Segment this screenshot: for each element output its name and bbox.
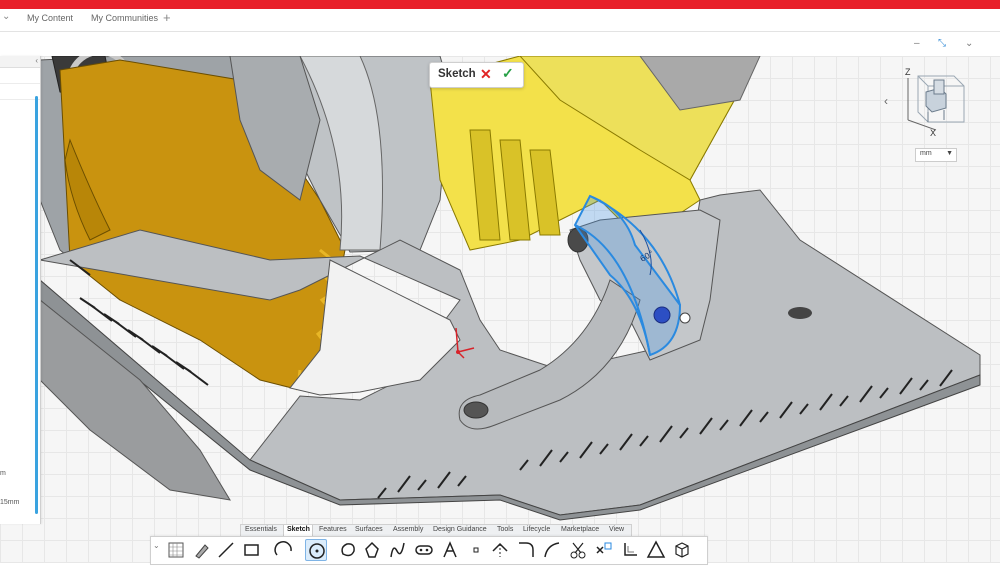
tab-essentials[interactable]: Essentials (245, 526, 277, 533)
chevron-down-icon: ▼ (946, 150, 953, 157)
point-icon[interactable] (465, 539, 487, 561)
project-icon[interactable] (619, 539, 641, 561)
minimize-icon[interactable]: – (914, 38, 920, 49)
check-icon[interactable]: ✓ (502, 65, 514, 82)
x-axis-label: X (930, 128, 937, 138)
tab-my-content[interactable]: My Content (27, 13, 73, 23)
panel-partial-text: m (0, 470, 6, 477)
sketch-toolbar: ⌄ (150, 536, 708, 565)
left-panel-header: ‹ (0, 56, 40, 68)
toolbar-collapse-icon[interactable]: ⌄ (153, 541, 163, 563)
tab-lifecycle[interactable]: Lifecycle (523, 526, 550, 533)
panel-scrollbar[interactable] (35, 96, 38, 514)
cube-icon[interactable] (671, 539, 693, 561)
sketch-popup-title: Sketch (438, 68, 476, 80)
collapse-icon[interactable]: ⤡ (938, 38, 946, 49)
line-icon[interactable] (215, 539, 237, 561)
units-value: mm (920, 150, 932, 157)
chevron-left-icon[interactable]: ‹ (884, 94, 888, 108)
tab-marketplace[interactable]: Marketplace (561, 526, 599, 533)
command-bar: – ⤡ ⌄ (0, 32, 1000, 56)
tab-dropdown-icon[interactable]: ⌄ (2, 11, 10, 22)
content-tab-bar: ⌄ My Content My Communities + (0, 9, 1000, 32)
trim-icon[interactable] (489, 539, 511, 561)
tab-features[interactable]: Features (319, 526, 347, 533)
tab-design-guidance[interactable]: Design Guidance (433, 526, 487, 533)
cut-icon[interactable] (567, 539, 589, 561)
grid-icon[interactable] (165, 539, 187, 561)
top-brand-bar (0, 0, 1000, 9)
add-tab-icon[interactable]: + (163, 10, 171, 25)
tab-surfaces[interactable]: Surfaces (355, 526, 383, 533)
text-icon[interactable] (439, 539, 461, 561)
spline-curve-icon[interactable] (387, 539, 409, 561)
pencil-icon[interactable] (191, 539, 213, 561)
constraint-icon[interactable] (593, 539, 615, 561)
circle-icon[interactable] (305, 539, 327, 561)
panel-partial-text: 15mm (0, 499, 20, 506)
tab-sketch[interactable]: Sketch (287, 526, 310, 533)
model-scene: 60° (39, 56, 981, 521)
chevron-down-icon[interactable]: ⌄ (965, 38, 973, 49)
polygon-icon[interactable] (337, 539, 359, 561)
slot-icon[interactable] (413, 539, 435, 561)
collapse-panel-icon[interactable]: ‹ (35, 56, 38, 65)
z-axis-label: Z (905, 67, 911, 77)
triangle-icon[interactable] (645, 539, 667, 561)
offset-icon[interactable] (541, 539, 563, 561)
left-panel-row[interactable] (0, 84, 40, 100)
spline-icon[interactable] (361, 539, 383, 561)
3d-viewport[interactable]: 60° (0, 56, 1000, 563)
tab-tools[interactable]: Tools (497, 526, 513, 533)
view-cube[interactable]: Z X (898, 64, 974, 138)
tab-view[interactable]: View (609, 526, 624, 533)
rectangle-icon[interactable] (241, 539, 263, 561)
left-panel: ‹ m 15mm (0, 56, 41, 524)
tab-assembly[interactable]: Assembly (393, 526, 423, 533)
left-panel-row[interactable] (0, 68, 40, 84)
sketch-popup: Sketch ✕ ✓ (429, 62, 524, 88)
arc-icon[interactable] (273, 539, 295, 561)
tab-my-communities[interactable]: My Communities (91, 13, 158, 23)
close-icon[interactable]: ✕ (480, 66, 492, 83)
fillet-icon[interactable] (515, 539, 537, 561)
units-select[interactable]: mm ▼ (915, 148, 957, 162)
